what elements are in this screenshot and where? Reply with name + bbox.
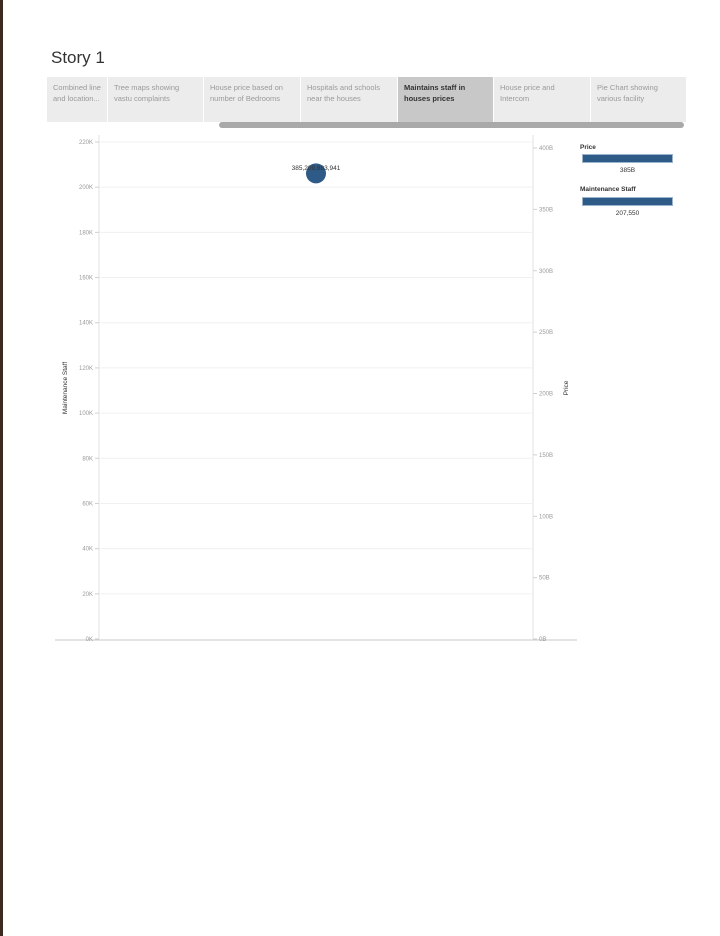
data-point-label: 385,209,883,941 <box>292 165 341 172</box>
y-right-tick-label: 400B <box>539 146 553 152</box>
legend-value-price: 385B <box>619 167 636 174</box>
y-right-tick-label: 250B <box>539 330 553 336</box>
y-left-tick-label: 20K <box>82 592 93 598</box>
y-left-tick-label: 60K <box>82 501 93 507</box>
y-left-tick-label: 220K <box>79 140 93 146</box>
y-axis-left-title: Maintenance Staff <box>62 362 69 414</box>
y-right-tick-label: 50B <box>539 576 550 582</box>
y-left-tick-label: 40K <box>82 547 93 553</box>
y-right-tick-label: 350B <box>539 207 553 213</box>
y-left-tick-label: 100K <box>79 411 93 417</box>
y-left-tick-label: 200K <box>79 185 93 191</box>
legend-bar-price <box>582 154 673 163</box>
legend-value-maintenance-staff: 207,550 <box>615 210 640 217</box>
y-left-tick-label: 160K <box>79 276 93 282</box>
legend-title-maintenance-staff: Maintenance Staff <box>580 186 636 193</box>
y-left-tick-label: 180K <box>79 230 93 236</box>
y-left-tick-label: 80K <box>82 456 93 462</box>
y-right-tick-label: 0B <box>539 637 546 643</box>
y-axis-right-title: Price <box>563 380 570 395</box>
y-right-tick-label: 150B <box>539 453 553 459</box>
dual-axis-scatter-chart: 0K 20K 40K 60K 80K 100K 120K 140K 160K 180K 200K 22… <box>55 135 577 643</box>
legend-bar-maintenance-staff <box>582 197 673 206</box>
legend-title-price: Price <box>580 144 596 151</box>
y-left-tick-label: 120K <box>79 366 93 372</box>
y-left-tick-label: 0K <box>86 637 93 643</box>
y-right-tick-label: 300B <box>539 269 553 275</box>
y-left-tick-label: 140K <box>79 321 93 327</box>
y-right-tick-label: 100B <box>539 514 553 520</box>
y-right-tick-label: 200B <box>539 392 553 398</box>
